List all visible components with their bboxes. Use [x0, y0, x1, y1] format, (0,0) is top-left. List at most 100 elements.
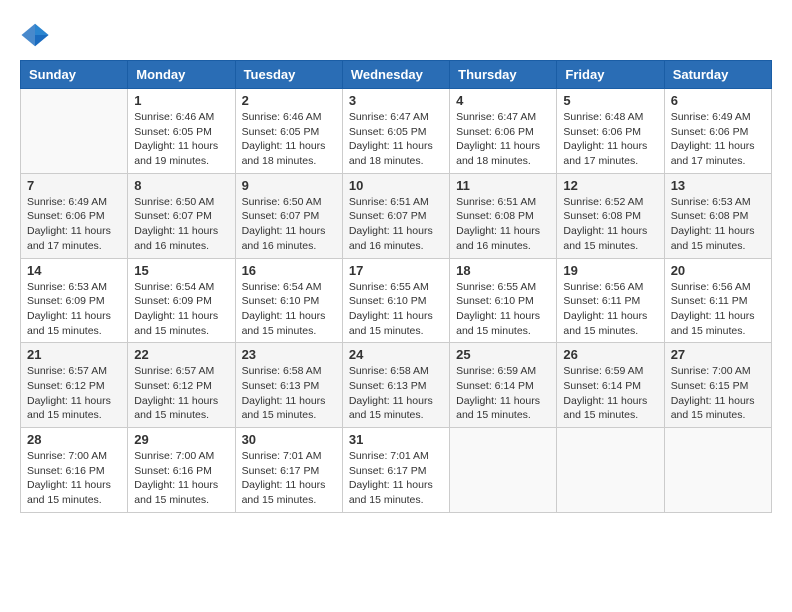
calendar-cell: 17 Sunrise: 6:55 AMSunset: 6:10 PMDayligh… — [342, 258, 449, 343]
day-info: Sunrise: 6:59 AMSunset: 6:14 PMDaylight:… — [563, 364, 657, 423]
calendar-cell: 10Sunrise: 6:51 AMSunset: 6:07 PMDayligh… — [342, 173, 449, 258]
day-info: Sunrise: 7:01 AMSunset: 6:17 PMDaylight:… — [242, 449, 336, 508]
day-info: Sunrise: 6:53 AMSunset: 6:08 PMDaylight:… — [671, 195, 765, 254]
calendar-cell — [450, 428, 557, 513]
calendar-cell — [664, 428, 771, 513]
day-number: 3 — [349, 93, 443, 108]
day-info: Sunrise: 6:54 AMSunset: 6:10 PMDaylight:… — [242, 280, 336, 339]
day-number: 14 — [27, 263, 121, 278]
day-number: 7 — [27, 178, 121, 193]
calendar-cell: 8 Sunrise: 6:50 AMSunset: 6:07 PMDaylight… — [128, 173, 235, 258]
logo-icon — [20, 20, 50, 50]
day-info: Sunrise: 6:51 AMSunset: 6:08 PMDaylight:… — [456, 195, 550, 254]
day-header-monday: Monday — [128, 61, 235, 89]
calendar-week-row: 7 Sunrise: 6:49 AMSunset: 6:06 PMDaylight… — [21, 173, 772, 258]
calendar-cell: 30 Sunrise: 7:01 AMSunset: 6:17 PMDayligh… — [235, 428, 342, 513]
day-info: Sunrise: 6:47 AMSunset: 6:06 PMDaylight:… — [456, 110, 550, 169]
page-header — [20, 20, 772, 50]
day-number: 15 — [134, 263, 228, 278]
day-info: Sunrise: 6:47 AMSunset: 6:05 PMDaylight:… — [349, 110, 443, 169]
day-info: Sunrise: 7:00 AMSunset: 6:15 PMDaylight:… — [671, 364, 765, 423]
day-number: 11 — [456, 178, 550, 193]
day-info: Sunrise: 6:49 AMSunset: 6:06 PMDaylight:… — [27, 195, 121, 254]
day-number: 20 — [671, 263, 765, 278]
day-header-tuesday: Tuesday — [235, 61, 342, 89]
calendar-cell: 27 Sunrise: 7:00 AMSunset: 6:15 PMDayligh… — [664, 343, 771, 428]
calendar-cell: 18 Sunrise: 6:55 AMSunset: 6:10 PMDayligh… — [450, 258, 557, 343]
day-info: Sunrise: 6:46 AMSunset: 6:05 PMDaylight:… — [134, 110, 228, 169]
day-number: 27 — [671, 347, 765, 362]
day-number: 22 — [134, 347, 228, 362]
day-number: 30 — [242, 432, 336, 447]
day-info: Sunrise: 6:54 AMSunset: 6:09 PMDaylight:… — [134, 280, 228, 339]
day-info: Sunrise: 6:57 AMSunset: 6:12 PMDaylight:… — [134, 364, 228, 423]
calendar-cell — [557, 428, 664, 513]
day-header-friday: Friday — [557, 61, 664, 89]
day-info: Sunrise: 6:57 AMSunset: 6:12 PMDaylight:… — [27, 364, 121, 423]
calendar-week-row: 14Sunrise: 6:53 AMSunset: 6:09 PMDayligh… — [21, 258, 772, 343]
day-info: Sunrise: 7:00 AMSunset: 6:16 PMDaylight:… — [134, 449, 228, 508]
calendar-week-row: 21 Sunrise: 6:57 AMSunset: 6:12 PMDayligh… — [21, 343, 772, 428]
calendar-table: SundayMondayTuesdayWednesdayThursdayFrid… — [20, 60, 772, 513]
day-info: Sunrise: 6:52 AMSunset: 6:08 PMDaylight:… — [563, 195, 657, 254]
calendar-cell: 2Sunrise: 6:46 AMSunset: 6:05 PMDaylight… — [235, 89, 342, 174]
day-info: Sunrise: 6:49 AMSunset: 6:06 PMDaylight:… — [671, 110, 765, 169]
day-number: 17 — [349, 263, 443, 278]
calendar-cell: 3 Sunrise: 6:47 AMSunset: 6:05 PMDaylight… — [342, 89, 449, 174]
day-number: 8 — [134, 178, 228, 193]
day-info: Sunrise: 6:56 AMSunset: 6:11 PMDaylight:… — [671, 280, 765, 339]
day-info: Sunrise: 6:50 AMSunset: 6:07 PMDaylight:… — [242, 195, 336, 254]
calendar-cell: 4 Sunrise: 6:47 AMSunset: 6:06 PMDaylight… — [450, 89, 557, 174]
day-info: Sunrise: 7:01 AMSunset: 6:17 PMDaylight:… — [349, 449, 443, 508]
calendar-header-row: SundayMondayTuesdayWednesdayThursdayFrid… — [21, 61, 772, 89]
logo — [20, 20, 54, 50]
calendar-cell: 1 Sunrise: 6:46 AMSunset: 6:05 PMDaylight… — [128, 89, 235, 174]
calendar-cell — [21, 89, 128, 174]
day-number: 23 — [242, 347, 336, 362]
day-number: 6 — [671, 93, 765, 108]
calendar-cell: 16 Sunrise: 6:54 AMSunset: 6:10 PMDayligh… — [235, 258, 342, 343]
day-info: Sunrise: 6:48 AMSunset: 6:06 PMDaylight:… — [563, 110, 657, 169]
day-number: 25 — [456, 347, 550, 362]
day-number: 24 — [349, 347, 443, 362]
day-number: 28 — [27, 432, 121, 447]
day-header-sunday: Sunday — [21, 61, 128, 89]
calendar-cell: 9Sunrise: 6:50 AMSunset: 6:07 PMDaylight… — [235, 173, 342, 258]
calendar-cell: 11 Sunrise: 6:51 AMSunset: 6:08 PMDayligh… — [450, 173, 557, 258]
day-header-saturday: Saturday — [664, 61, 771, 89]
calendar-week-row: 1 Sunrise: 6:46 AMSunset: 6:05 PMDaylight… — [21, 89, 772, 174]
calendar-cell: 13Sunrise: 6:53 AMSunset: 6:08 PMDayligh… — [664, 173, 771, 258]
day-number: 26 — [563, 347, 657, 362]
day-number: 29 — [134, 432, 228, 447]
day-header-thursday: Thursday — [450, 61, 557, 89]
day-info: Sunrise: 6:55 AMSunset: 6:10 PMDaylight:… — [456, 280, 550, 339]
calendar-cell: 14Sunrise: 6:53 AMSunset: 6:09 PMDayligh… — [21, 258, 128, 343]
day-number: 2 — [242, 93, 336, 108]
day-number: 16 — [242, 263, 336, 278]
calendar-cell: 20 Sunrise: 6:56 AMSunset: 6:11 PMDayligh… — [664, 258, 771, 343]
calendar-cell: 15 Sunrise: 6:54 AMSunset: 6:09 PMDayligh… — [128, 258, 235, 343]
day-number: 21 — [27, 347, 121, 362]
calendar-cell: 26 Sunrise: 6:59 AMSunset: 6:14 PMDayligh… — [557, 343, 664, 428]
day-info: Sunrise: 6:50 AMSunset: 6:07 PMDaylight:… — [134, 195, 228, 254]
day-number: 18 — [456, 263, 550, 278]
day-number: 1 — [134, 93, 228, 108]
calendar-cell: 7 Sunrise: 6:49 AMSunset: 6:06 PMDaylight… — [21, 173, 128, 258]
day-number: 19 — [563, 263, 657, 278]
day-info: Sunrise: 6:55 AMSunset: 6:10 PMDaylight:… — [349, 280, 443, 339]
day-number: 5 — [563, 93, 657, 108]
day-info: Sunrise: 6:58 AMSunset: 6:13 PMDaylight:… — [242, 364, 336, 423]
calendar-cell: 19 Sunrise: 6:56 AMSunset: 6:11 PMDayligh… — [557, 258, 664, 343]
calendar-cell: 25 Sunrise: 6:59 AMSunset: 6:14 PMDayligh… — [450, 343, 557, 428]
day-info: Sunrise: 6:56 AMSunset: 6:11 PMDaylight:… — [563, 280, 657, 339]
day-info: Sunrise: 6:59 AMSunset: 6:14 PMDaylight:… — [456, 364, 550, 423]
calendar-cell: 21 Sunrise: 6:57 AMSunset: 6:12 PMDayligh… — [21, 343, 128, 428]
calendar-cell: 22 Sunrise: 6:57 AMSunset: 6:12 PMDayligh… — [128, 343, 235, 428]
calendar-cell: 12Sunrise: 6:52 AMSunset: 6:08 PMDayligh… — [557, 173, 664, 258]
calendar-cell: 6 Sunrise: 6:49 AMSunset: 6:06 PMDaylight… — [664, 89, 771, 174]
day-info: Sunrise: 6:51 AMSunset: 6:07 PMDaylight:… — [349, 195, 443, 254]
day-number: 4 — [456, 93, 550, 108]
day-number: 31 — [349, 432, 443, 447]
day-info: Sunrise: 7:00 AMSunset: 6:16 PMDaylight:… — [27, 449, 121, 508]
calendar-week-row: 28 Sunrise: 7:00 AMSunset: 6:16 PMDayligh… — [21, 428, 772, 513]
